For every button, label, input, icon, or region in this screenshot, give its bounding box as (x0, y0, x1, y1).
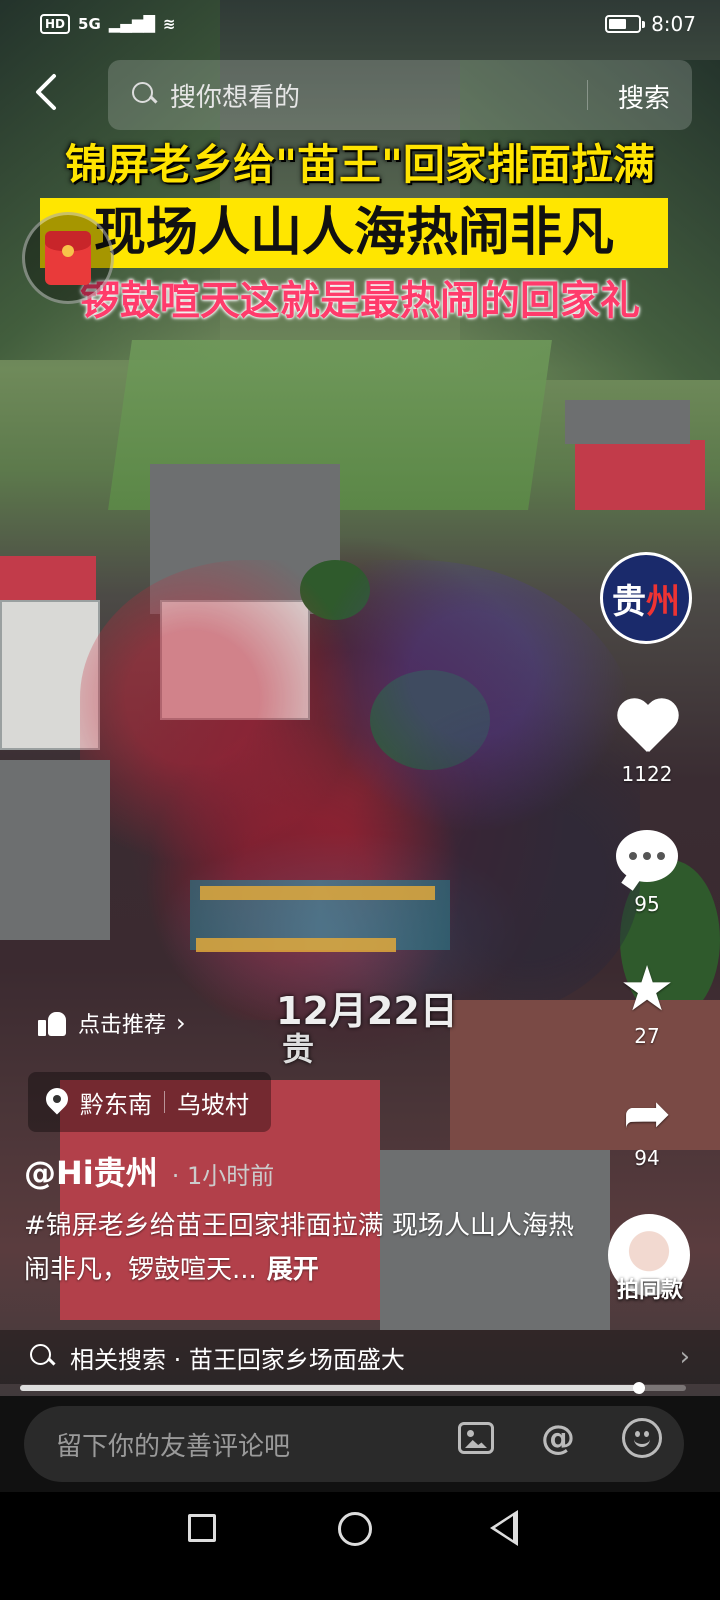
recommend-label: 点击推荐 (78, 1013, 167, 1038)
back-button[interactable] (30, 72, 70, 116)
status-time: 8:07 (651, 12, 696, 36)
search-icon (30, 1344, 56, 1370)
location-separator (164, 1091, 165, 1113)
comment-button[interactable]: 95 (592, 830, 702, 916)
video-progress-bar[interactable] (20, 1382, 686, 1394)
comment-count: 95 (634, 892, 660, 916)
search-box[interactable]: 搜你想看的 搜索 (108, 60, 692, 130)
chevron-right-icon: › (679, 1342, 690, 1372)
status-left: HD 5G ▂▄▆█ ≋ (40, 14, 176, 34)
progress-fill (20, 1385, 640, 1391)
video-scene-banner (200, 886, 435, 900)
search-icon (132, 82, 158, 108)
nav-back-icon[interactable] (490, 1510, 518, 1546)
emoji-mouth (634, 1439, 650, 1447)
author-name[interactable]: @Hi贵州 (24, 1148, 158, 1194)
comment-input[interactable]: 留下你的友善评论吧 (24, 1406, 684, 1482)
recent-apps-icon[interactable] (188, 1514, 216, 1542)
author-row: @Hi贵州 · 1小时前 (24, 1148, 274, 1194)
location-region: 黔东南 (80, 1090, 152, 1119)
share-button[interactable]: ➦ 94 (592, 1084, 702, 1170)
video-caption-line-1: 锦屏老乡给"苗王"回家排面拉满 (65, 140, 655, 189)
back-chevron-icon (36, 74, 56, 110)
system-nav-bar (0, 1492, 720, 1600)
location-chip[interactable]: 黔东南 乌坡村 (28, 1072, 271, 1132)
heart-icon (615, 700, 679, 758)
red-packet-button[interactable] (22, 212, 114, 304)
like-button[interactable]: 1122 (592, 700, 702, 786)
image-icon[interactable] (458, 1422, 494, 1454)
recommend-button[interactable]: 点击推荐 › (30, 1002, 198, 1044)
search-divider (587, 80, 588, 110)
chevron-right-icon: › (176, 1009, 186, 1037)
author-avatar-char-1: 贵 (612, 581, 646, 622)
location-pin-icon (46, 1088, 68, 1116)
video-caption-line-2: 现场人山人海热闹非凡 (40, 198, 668, 268)
video-date-overlay-sub: 贵 (282, 1030, 315, 1068)
share-count: 94 (634, 1146, 660, 1170)
author-avatar-char-2: 州 (646, 581, 680, 622)
expand-button[interactable]: 展开 (267, 1255, 319, 1285)
red-envelope-icon (45, 231, 91, 285)
favorite-button[interactable]: ★ 27 (592, 952, 702, 1049)
video-caption-line-3: 锣鼓喧天这就是最热闹的回家礼 (80, 278, 640, 324)
comment-placeholder: 留下你的友善评论吧 (56, 1431, 291, 1462)
battery-icon (605, 15, 646, 33)
location-place: 乌坡村 (177, 1090, 249, 1119)
video-scene-roof (565, 400, 690, 444)
home-icon[interactable] (338, 1512, 372, 1546)
author-avatar-button[interactable]: 贵州 (600, 552, 692, 644)
search-button[interactable]: 搜索 (618, 78, 670, 115)
network-type: 5G (78, 15, 101, 33)
search-input[interactable]: 搜你想看的 (170, 77, 300, 114)
star-icon: ★ (619, 952, 675, 1025)
related-search-bar[interactable]: 相关搜索 · 苗王回家乡场面盛大 › (0, 1330, 720, 1384)
same-style-label[interactable]: 拍同款 (600, 1272, 700, 1304)
post-time: · 1小时前 (171, 1162, 275, 1190)
status-right: 8:07 (605, 12, 696, 36)
emoji-icon[interactable] (622, 1418, 662, 1458)
comment-bar: 留下你的友善评论吧 @ (0, 1396, 720, 1492)
battery-level (609, 19, 626, 29)
video-scene-roof (575, 440, 705, 510)
related-search-text: 相关搜索 · 苗王回家乡场面盛大 (70, 1345, 405, 1374)
search-header: 搜你想看的 搜索 (0, 58, 720, 130)
mention-icon[interactable]: @ (538, 1418, 578, 1458)
network-badge: HD (40, 14, 71, 34)
status-bar: HD 5G ▂▄▆█ ≋ 8:07 (0, 0, 720, 48)
video-description[interactable]: #锦屏老乡给苗王回家排面拉满 现场人山人海热闹非凡，锣鼓喧天... 展开 (24, 1204, 584, 1292)
thumbs-up-icon (38, 1008, 68, 1038)
like-count: 1122 (621, 762, 673, 786)
video-scene-roof (0, 760, 110, 940)
hotspot-icon: ≋ (162, 15, 176, 33)
comment-bubble-icon (616, 830, 678, 882)
signal-icon: ▂▄▆█ (108, 15, 155, 33)
video-scene-banner (196, 938, 396, 952)
favorite-count: 27 (634, 1024, 660, 1048)
share-arrow-icon: ➦ (622, 1079, 672, 1147)
